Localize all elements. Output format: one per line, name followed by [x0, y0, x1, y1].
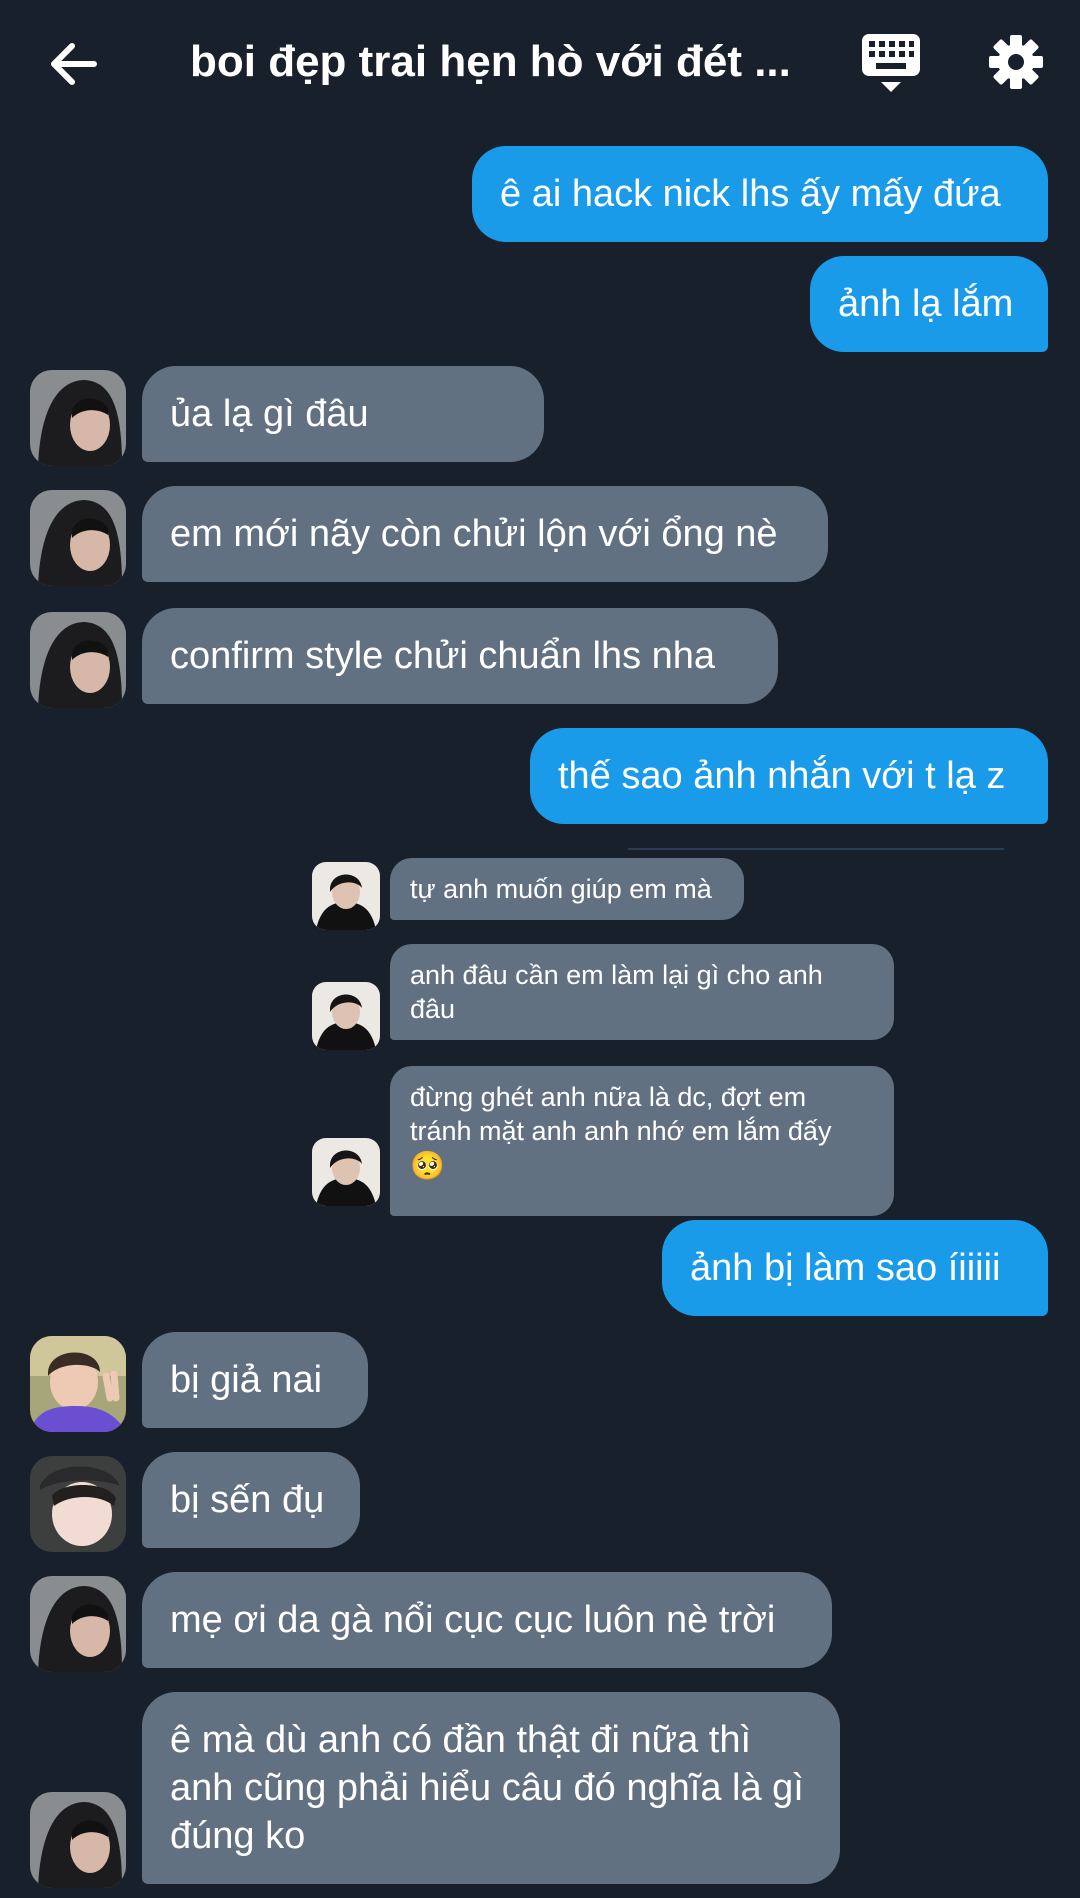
message-text: bị giả nai	[170, 1359, 323, 1401]
embedded-message-text: tự anh muốn giúp em mà	[410, 874, 712, 904]
message-text: ủa lạ gì đâu	[170, 393, 369, 435]
message-text: thế sao ảnh nhắn với t lạ z	[558, 755, 1006, 797]
chat-header: boi đẹp trai hẹn hò với đét ...	[0, 0, 1080, 130]
incoming-message[interactable]: ê mà dù anh có đần thật đi nữa thì anh c…	[142, 1692, 840, 1884]
incoming-message[interactable]: ủa lạ gì đâu	[142, 366, 544, 462]
chat-title: boi đẹp trai hẹn hò với đét ...	[190, 37, 790, 86]
embedded-message: anh đâu cần em làm lại gì cho anh đâu	[390, 944, 894, 1040]
outgoing-message[interactable]: thế sao ảnh nhắn với t lạ z	[530, 728, 1048, 824]
outgoing-message[interactable]: ảnh lạ lắm	[810, 256, 1048, 352]
message-text: confirm style chửi chuẩn lhs nha	[170, 635, 716, 677]
message-text: ảnh lạ lắm	[838, 283, 1014, 325]
avatar-hood[interactable]	[30, 370, 126, 466]
embedded-message: đừng ghét anh nữa là dc, đợt em tránh mặ…	[390, 1066, 894, 1216]
avatar-hood[interactable]	[30, 1792, 126, 1888]
avatar-boy-peace[interactable]	[30, 1336, 126, 1432]
arrow-left-icon	[51, 43, 97, 85]
keyboard-button[interactable]	[860, 30, 922, 96]
embedded-message: tự anh muốn giúp em mà	[390, 858, 744, 920]
back-button[interactable]	[44, 34, 104, 94]
outgoing-message[interactable]: ê ai hack nick lhs ấy mấy đứa	[472, 146, 1048, 242]
incoming-message[interactable]: bị giả nai	[142, 1332, 368, 1428]
message-text: em mới nãy còn chửi lộn với ổng nè	[170, 513, 778, 555]
avatar-boy-beanie[interactable]	[30, 1456, 126, 1552]
outgoing-message[interactable]: ảnh bị làm sao íiiiii	[662, 1220, 1048, 1316]
embedded-message-text: anh đâu cần em làm lại gì cho anh đâu	[410, 960, 823, 1024]
message-text: ảnh bị làm sao íiiiii	[690, 1247, 1001, 1289]
gear-icon	[989, 35, 1043, 89]
message-text: bị sến đụ	[170, 1479, 325, 1521]
avatar-hood[interactable]	[30, 490, 126, 586]
pleading-emoji: 🥺	[410, 1150, 445, 1181]
message-text: ê mà dù anh có đần thật đi nữa thì anh c…	[170, 1719, 804, 1857]
incoming-message[interactable]: em mới nãy còn chửi lộn với ổng nè	[142, 486, 828, 582]
embedded-avatar	[312, 862, 380, 930]
settings-button[interactable]	[988, 34, 1044, 90]
incoming-message[interactable]: confirm style chửi chuẩn lhs nha	[142, 608, 778, 704]
embedded-message-text: đừng ghét anh nữa là dc, đợt em tránh mặ…	[410, 1082, 832, 1146]
message-text: mẹ ơi da gà nổi cục cục luôn nè trời	[170, 1599, 776, 1641]
embedded-avatar	[312, 1138, 380, 1206]
incoming-message[interactable]: bị sến đụ	[142, 1452, 360, 1548]
message-text: ê ai hack nick lhs ấy mấy đứa	[500, 173, 1001, 215]
incoming-message[interactable]: mẹ ơi da gà nổi cục cục luôn nè trời	[142, 1572, 832, 1668]
avatar-hood[interactable]	[30, 1576, 126, 1672]
avatar-hood[interactable]	[30, 612, 126, 708]
embedded-divider	[628, 848, 1004, 850]
embedded-avatar	[312, 982, 380, 1050]
keyboard-icon	[862, 34, 920, 92]
